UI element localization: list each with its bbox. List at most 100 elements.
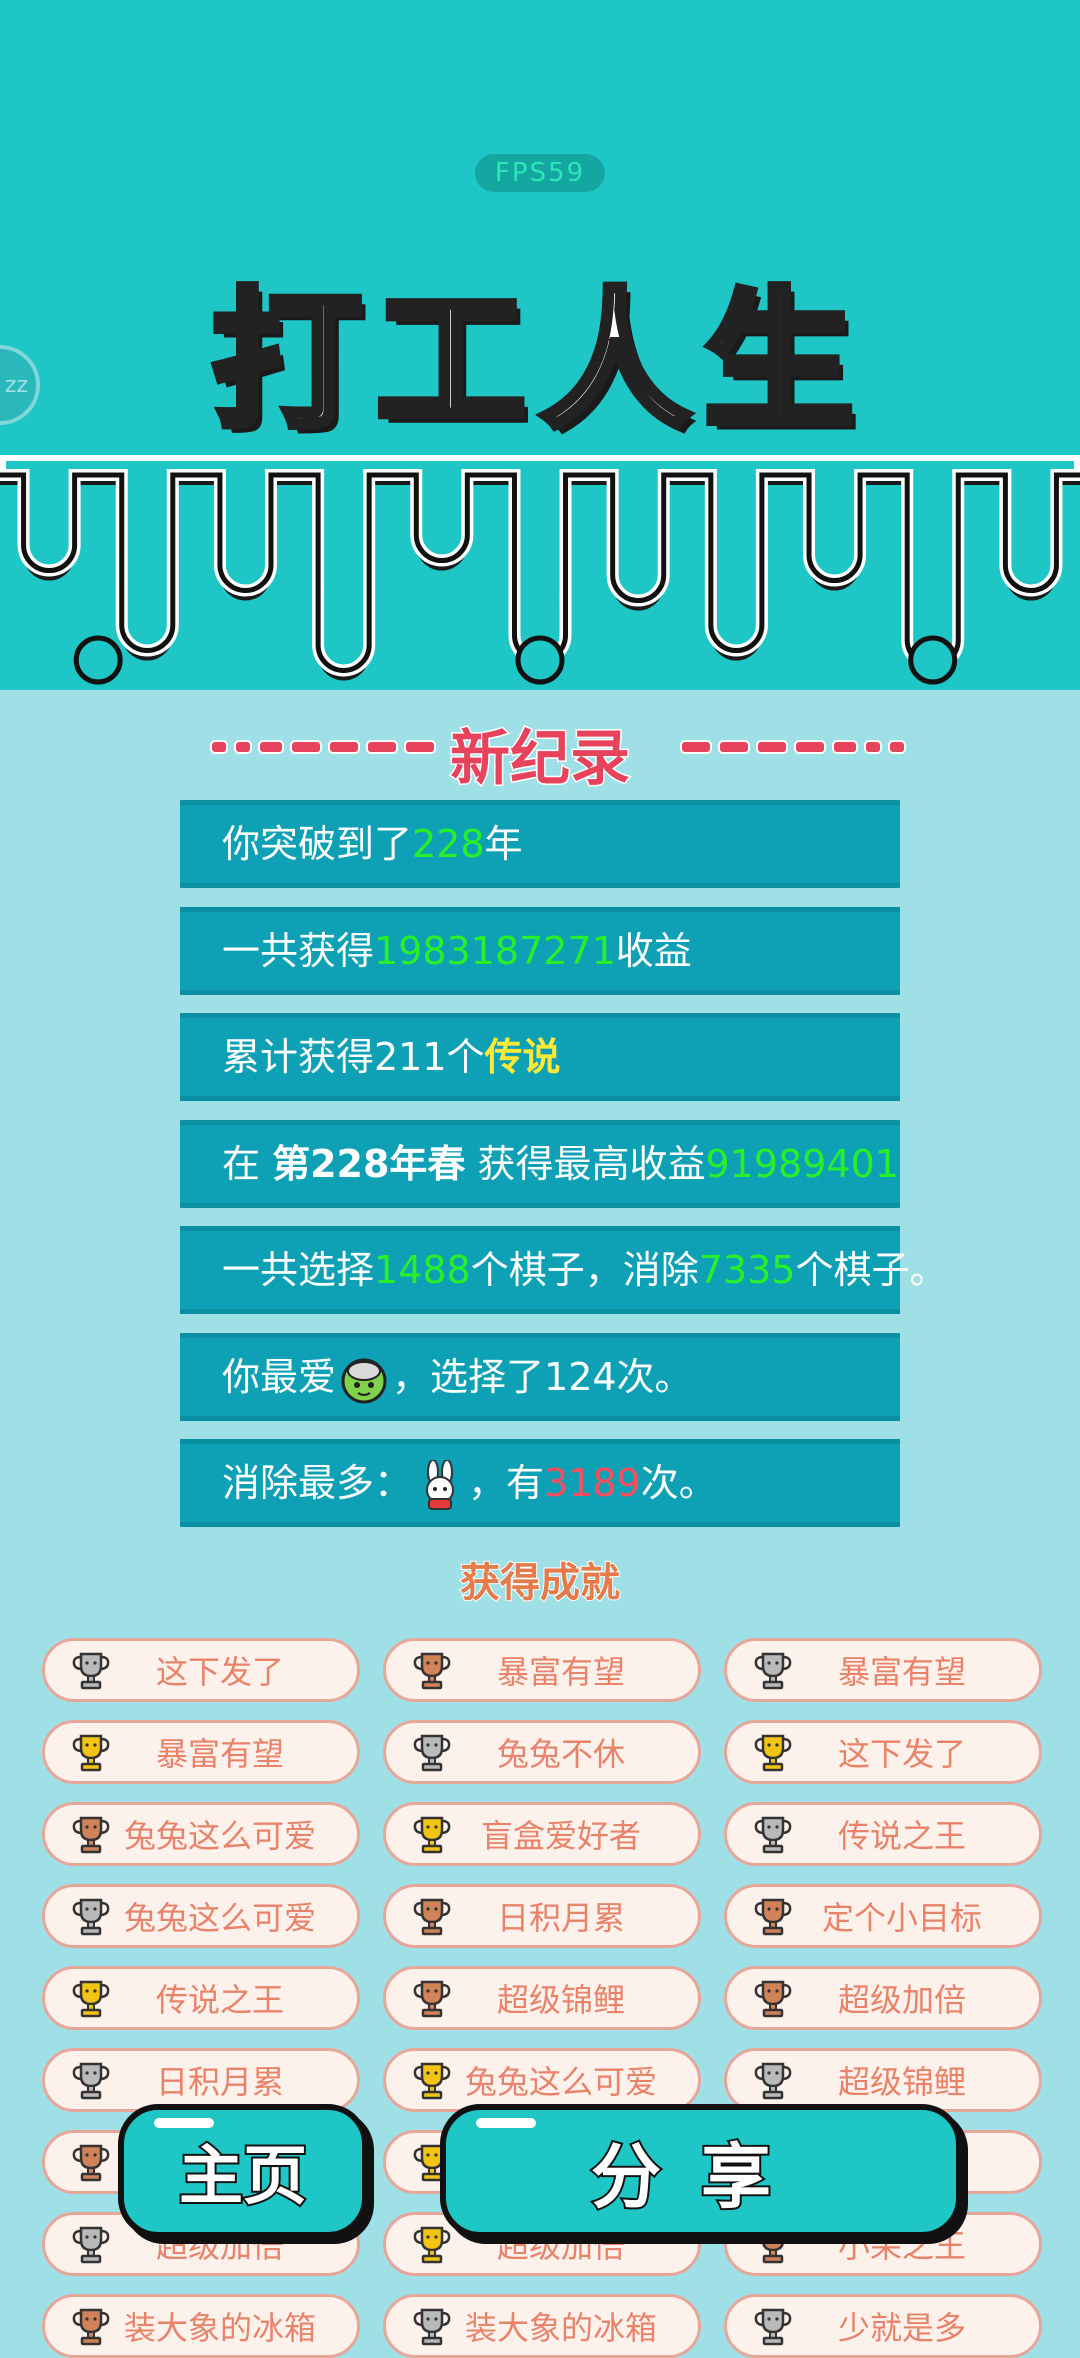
trophy-silver-icon — [410, 2304, 454, 2348]
stat-row: 你突破到了228年 — [180, 800, 900, 888]
achievement-label: 日积月累 — [155, 2063, 284, 2101]
achievement-label: 装大象的冰箱 — [123, 2309, 316, 2347]
stat-text: ，有 — [468, 1461, 545, 1505]
achievement-badge[interactable]: 兔兔不休 — [383, 1720, 701, 1784]
new-record-title: 新纪录 — [449, 723, 632, 796]
stat-text: 年 — [484, 822, 523, 866]
share-button[interactable]: 分享 — [440, 2104, 962, 2238]
achievement-badge[interactable]: 传说之王 — [724, 1802, 1042, 1866]
stat-row: 一共选择1488个棋子，消除7335个棋子。 — [180, 1226, 947, 1314]
button-shine — [154, 2118, 214, 2128]
trophy-gold-icon — [410, 1812, 454, 1856]
stat-value: 3189 — [544, 1461, 641, 1505]
achievement-badge[interactable]: 超级锦鲤 — [383, 1966, 701, 2030]
stat-value: 传说 — [484, 1035, 561, 1079]
drip-dot — [908, 635, 958, 685]
stat-value: 1488 — [374, 1248, 471, 1292]
trophy-gold-icon — [69, 1730, 113, 1774]
achievement-badge[interactable]: 盲盒爱好者 — [383, 1802, 701, 1866]
trophy-bronze-icon — [69, 1812, 113, 1856]
stat-text: 次。 — [640, 1461, 717, 1505]
achievement-badge[interactable]: 传说之王 — [42, 1966, 360, 2030]
achievement-label: 超级锦鲤 — [496, 1981, 625, 2019]
stat-text: 个棋子。 — [795, 1248, 948, 1292]
stat-row: 累计获得211个传说 — [180, 1013, 900, 1101]
fps-counter: FPS59 — [474, 154, 606, 192]
achievement-badge[interactable]: 兔兔这么可爱 — [42, 1802, 360, 1866]
trophy-gold-icon — [69, 1976, 113, 2020]
achievement-badge[interactable]: 这下发了 — [42, 1638, 360, 1702]
stat-value: 7335 — [698, 1248, 796, 1292]
achievement-label: 日积月累 — [496, 1899, 625, 1937]
stat-value: 第228年春 — [272, 1141, 466, 1186]
drip-border — [0, 455, 1080, 685]
achievement-badge[interactable]: 装大象的冰箱 — [383, 2294, 701, 2358]
trophy-gold-icon — [751, 1730, 795, 1774]
achievement-badge[interactable]: 超级加倍 — [724, 1966, 1042, 2030]
achievement-badge[interactable]: 兔兔这么可爱 — [42, 1884, 360, 1948]
achievement-label: 传说之王 — [837, 1817, 966, 1855]
trophy-silver-icon — [751, 1812, 795, 1856]
achievement-badge[interactable]: 定个小目标 — [724, 1884, 1042, 1948]
trophy-gold-icon — [410, 2222, 454, 2266]
drip-dot — [73, 635, 123, 685]
achievement-label: 兔兔不休 — [496, 1735, 625, 1773]
achievement-label: 这下发了 — [837, 1735, 966, 1773]
achievement-label: 盲盒爱好者 — [480, 1817, 641, 1855]
trophy-bronze-icon — [69, 2140, 113, 2184]
achievement-label: 少就是多 — [837, 2309, 966, 2347]
decor-dashes-right — [680, 740, 906, 754]
game-title: 打工人生 — [208, 272, 868, 453]
achievements-title: 获得成就 — [459, 1559, 621, 1607]
achievement-badge[interactable]: 这下发了 — [724, 1720, 1042, 1784]
achievement-label: 暴富有望 — [155, 1735, 284, 1773]
achievement-badge[interactable]: 暴富有望 — [724, 1638, 1042, 1702]
achievement-label: 兔兔这么可爱 — [123, 1899, 316, 1937]
achievement-badge[interactable]: 暴富有望 — [383, 1638, 701, 1702]
trophy-bronze-icon — [751, 1894, 795, 1938]
achievement-label: 超级加倍 — [837, 1981, 966, 2019]
stat-value: 228 — [412, 822, 485, 866]
home-button[interactable]: 主页 — [118, 2104, 368, 2238]
share-button-label: 分享 — [589, 2134, 811, 2220]
achievement-badge[interactable]: 日积月累 — [383, 1884, 701, 1948]
achievement-label: 暴富有望 — [837, 1653, 966, 1691]
achievement-label: 暴富有望 — [496, 1653, 625, 1691]
stat-row: 一共获得1983187271收益 — [180, 906, 900, 995]
stat-text: 个棋子，消除 — [470, 1248, 699, 1292]
trophy-silver-icon — [410, 1730, 454, 1774]
trophy-bronze-icon — [410, 1976, 454, 2020]
stat-row: 你最爱 ，选择了124次。 — [180, 1332, 900, 1421]
stat-value: 91989401 — [705, 1141, 899, 1186]
stat-text: 收益 — [615, 928, 692, 973]
achievement-badge[interactable]: 少就是多 — [724, 2294, 1042, 2358]
trophy-bronze-icon — [69, 2304, 113, 2348]
achievement-label: 传说之王 — [155, 1981, 284, 2019]
stat-text: 累计获得211个 — [222, 1035, 485, 1079]
trophy-silver-icon — [751, 1648, 795, 1692]
trophy-silver-icon — [69, 1648, 113, 1692]
stat-text: 获得最高收益 — [465, 1141, 706, 1186]
stat-text: 一共获得 — [222, 928, 375, 973]
stat-text: 消除最多： — [222, 1461, 413, 1505]
achievement-label: 超级锦鲤 — [837, 2063, 966, 2101]
trophy-bronze-icon — [410, 1894, 454, 1938]
achievement-badge[interactable]: 装大象的冰箱 — [42, 2294, 360, 2358]
stat-text: ，选择了124次。 — [392, 1354, 693, 1399]
achievement-label: 兔兔这么可爱 — [464, 2063, 657, 2101]
rabbit-icon — [414, 1458, 466, 1512]
achievement-label: 兔兔这么可爱 — [123, 1817, 316, 1855]
trophy-silver-icon — [69, 2222, 113, 2266]
button-shine — [476, 2118, 536, 2128]
achievement-label: 定个小目标 — [821, 1899, 982, 1937]
trophy-gold-icon — [410, 2058, 454, 2102]
green-blob-icon — [338, 1353, 390, 1405]
stat-text: 在 — [222, 1141, 273, 1186]
achievement-badge[interactable]: 暴富有望 — [42, 1720, 360, 1784]
trophy-bronze-icon — [410, 1648, 454, 1692]
new-record-header: 新纪录 — [0, 710, 1080, 796]
achievement-badge[interactable]: 兔兔这么可爱 — [383, 2048, 701, 2112]
stat-row: 在 第228年春 获得最高收益91989401 — [180, 1119, 900, 1208]
achievement-badge[interactable]: 超级锦鲤 — [724, 2048, 1042, 2112]
achievement-badge[interactable]: 日积月累 — [42, 2048, 360, 2112]
